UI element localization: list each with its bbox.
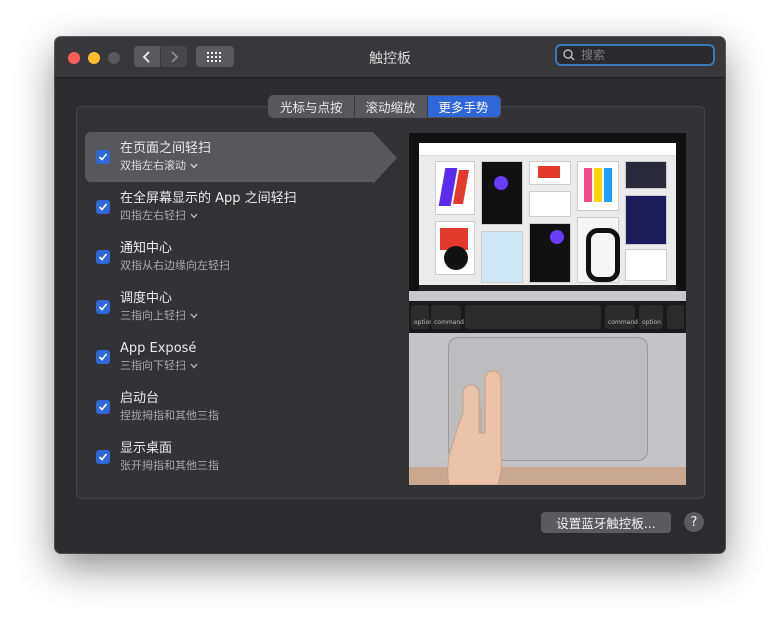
thumbnail-tile [625, 195, 667, 245]
thumbnail-tile [435, 221, 475, 275]
gesture-subtitle: 张开拇指和其他三指 [120, 459, 219, 472]
gesture-subtitle: 三指向上轻扫 [120, 309, 186, 322]
gesture-subtitle: 捏拢拇指和其他三指 [120, 409, 219, 422]
thumbnail-tile [435, 161, 475, 215]
launchpad-checkbox[interactable] [96, 400, 110, 414]
chevron-down-icon [190, 313, 198, 318]
gesture-subtitle: 双指从右边缘向左轻扫 [120, 259, 230, 272]
gesture-subtitle-menu[interactable]: 三指向下轻扫 [120, 358, 425, 373]
search-field[interactable] [555, 44, 715, 66]
chevron-down-icon [190, 163, 198, 168]
gesture-title: 启动台 [120, 391, 160, 406]
search-input[interactable] [579, 47, 713, 63]
thumbnail-tile [625, 249, 667, 281]
gesture-subtitle: 双指左右滚动 [120, 159, 186, 172]
thumbnail-tile [577, 217, 620, 283]
command-key: command [605, 305, 638, 329]
help-button[interactable]: ? [684, 512, 704, 532]
keyboard-row: option command command option [409, 301, 686, 333]
setup-bluetooth-trackpad-button[interactable]: 设置蓝牙触控板... [541, 512, 671, 533]
thumbnail-tile [529, 161, 571, 185]
thumbnail-tile [529, 223, 571, 283]
gesture-title: 调度中心 [120, 291, 173, 306]
swipe-fullscreen-apps-checkbox[interactable] [96, 200, 110, 214]
command-key: command [431, 305, 464, 329]
gesture-title: 在全屏幕显示的 App 之间轻扫 [120, 191, 297, 206]
tab-bar: 光标与点按 滚动缩放 更多手势 [268, 95, 501, 118]
chevron-down-icon [190, 363, 198, 368]
thumbnail-tile [529, 191, 571, 217]
trackpad-preferences-window: 触控板 光标与点按 滚动缩放 更多手势 在页面之间轻扫 双指左右滚动 在全屏幕显… [55, 37, 725, 553]
gesture-subtitle-menu[interactable]: 双指左右滚动 [120, 158, 373, 173]
app-expose-checkbox[interactable] [96, 350, 110, 364]
gesture-title: App Exposé [120, 341, 197, 356]
gesture-subtitle: 三指向下轻扫 [120, 359, 186, 372]
laptop-screen [419, 143, 676, 285]
thumbnail-tile [577, 161, 619, 211]
notification-center-checkbox[interactable] [96, 250, 110, 264]
chevron-down-icon [190, 213, 198, 218]
checkmark-icon [98, 453, 108, 461]
gesture-item-show-desktop[interactable]: 显示桌面 张开拇指和其他三指 [85, 432, 425, 482]
checkmark-icon [98, 153, 108, 161]
gesture-subtitle: 四指左右轻扫 [120, 209, 186, 222]
gesture-subtitle-menu[interactable]: 三指向上轻扫 [120, 308, 425, 323]
gesture-item-mission-control[interactable]: 调度中心 三指向上轻扫 [85, 282, 425, 332]
checkmark-icon [98, 203, 108, 211]
search-icon [563, 49, 575, 61]
gesture-title: 显示桌面 [120, 441, 173, 456]
option-key: option [411, 305, 433, 329]
gesture-item-notification-center[interactable]: 通知中心 双指从右边缘向左轻扫 [85, 232, 425, 282]
gesture-list: 在页面之间轻扫 双指左右滚动 在全屏幕显示的 App 之间轻扫 四指左右轻扫 通… [85, 132, 425, 482]
checkmark-icon [98, 253, 108, 261]
gesture-item-launchpad[interactable]: 启动台 捏拢拇指和其他三指 [85, 382, 425, 432]
option-key: option [639, 305, 663, 329]
thumbnail-tile [625, 161, 667, 189]
gesture-title: 通知中心 [120, 241, 173, 256]
gesture-subtitle-menu[interactable]: 四指左右轻扫 [120, 208, 425, 223]
show-desktop-checkbox[interactable] [96, 450, 110, 464]
tab-scroll-zoom[interactable]: 滚动缩放 [354, 96, 428, 117]
gesture-item-app-expose[interactable]: App Exposé 三指向下轻扫 [85, 332, 425, 382]
mission-control-checkbox[interactable] [96, 300, 110, 314]
checkmark-icon [98, 353, 108, 361]
checkmark-icon [98, 303, 108, 311]
tab-point-click[interactable]: 光标与点按 [269, 96, 355, 117]
arrow-key [667, 305, 684, 329]
titlebar: 触控板 [55, 37, 725, 78]
gesture-title: 在页面之间轻扫 [120, 141, 212, 156]
gesture-item-swipe-fullscreen-apps[interactable]: 在全屏幕显示的 App 之间轻扫 四指左右轻扫 [85, 182, 425, 232]
tab-more-gestures[interactable]: 更多手势 [427, 96, 500, 117]
dock [419, 285, 676, 291]
thumbnail-tile [481, 231, 523, 283]
gesture-preview-image: option command command option [409, 133, 686, 485]
browser-toolbar [419, 143, 676, 156]
thumbnail-tile [481, 161, 523, 225]
gesture-item-swipe-pages[interactable]: 在页面之间轻扫 双指左右滚动 [85, 132, 397, 184]
swipe-pages-checkbox[interactable] [96, 150, 110, 164]
space-key [465, 305, 601, 329]
two-finger-hand-icon [447, 370, 502, 485]
checkmark-icon [98, 403, 108, 411]
